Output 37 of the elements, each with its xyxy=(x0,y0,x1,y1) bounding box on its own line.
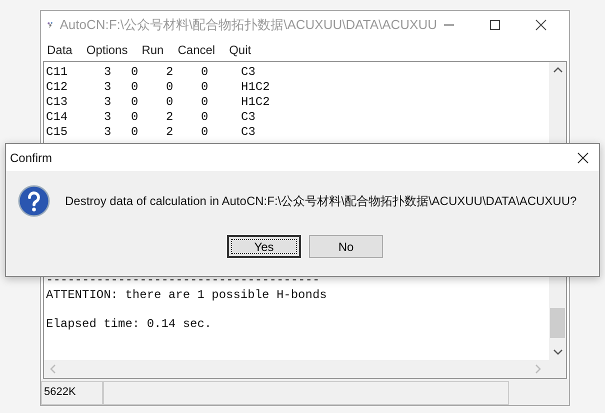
dialog-message: Destroy data of calculation in AutoCN:F:\公众号材料\配合物拓扑数据\ACUXUU\DATA\ACUXUU? xyxy=(65,192,577,210)
output-cell-text: 0 xyxy=(131,95,140,110)
output-cell-text: 0 xyxy=(201,95,210,110)
output-cell-text: 0 xyxy=(131,125,140,140)
output-line: -------------------------------------- xyxy=(46,273,320,287)
output-cell-text: H1C2 xyxy=(241,80,271,95)
output-cell-text: 0 xyxy=(131,80,140,95)
output-cell-text: C11 xyxy=(46,65,69,80)
output-cell-text: 0 xyxy=(201,65,210,80)
output-cell-text: 0 xyxy=(166,80,174,95)
output-cell-text: 0 xyxy=(131,65,140,80)
output-cell-text: H1C2 xyxy=(241,95,271,110)
output-cell-text: 0 xyxy=(166,95,174,110)
output-cell-text: C12 xyxy=(46,80,69,95)
output-cell-text: C14 xyxy=(46,110,69,125)
output-cell-text: 3 xyxy=(104,95,112,110)
memory-status: 5622K xyxy=(41,381,103,405)
output-cell-text: 3 xyxy=(104,110,112,125)
output-cell-text: 3 xyxy=(104,80,112,95)
output-cell-text: C3 xyxy=(241,125,256,140)
output-cell-text: 0 xyxy=(201,125,210,140)
output-cell-text: 3 xyxy=(104,65,112,80)
output-cell-text: 0 xyxy=(131,110,140,125)
dialog-title: Confirm xyxy=(10,150,52,164)
window-title: AutoCN:F:\公众号材料\配合物拓扑数据\ACUXUU\DATA\ACUXUU xyxy=(60,16,437,34)
output-cell-text: 3 xyxy=(104,125,112,140)
output-cell-text: 2 xyxy=(166,110,174,125)
output-cell-text: C3 xyxy=(241,110,256,125)
output-cell-text: 2 xyxy=(166,125,174,140)
output-cell-text: C3 xyxy=(241,65,256,80)
output-cell-text: 0 xyxy=(201,80,210,95)
output-line: ATTENTION: there are 1 possible H-bonds xyxy=(46,288,327,302)
output-line: Elapsed time: 0.14 sec. xyxy=(46,317,212,331)
output-cell-text: C15 xyxy=(46,125,69,140)
output-cell-text: 0 xyxy=(201,110,210,125)
output-cell-text: 2 xyxy=(166,65,174,80)
output-cell-text: C13 xyxy=(46,95,69,110)
